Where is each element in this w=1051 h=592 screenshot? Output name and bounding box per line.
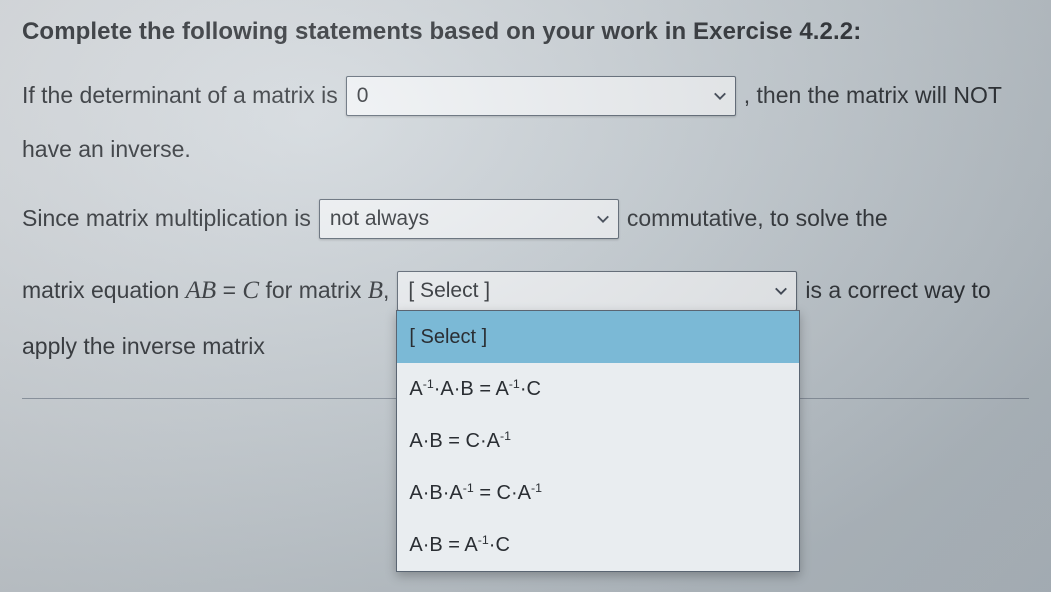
text-fragment: If the determinant of a matrix is bbox=[22, 74, 338, 118]
text-fragment: is a correct way to bbox=[805, 269, 990, 313]
equation-var: B bbox=[368, 277, 383, 304]
text-fragment: commutative, to solve the bbox=[627, 197, 888, 241]
dropdown-option[interactable]: A·B·A-1 = C·A-1 bbox=[397, 467, 799, 519]
inverse-method-dropdown: [ Select ] A-1·A·B = A-1·C A·B = C·A-1 A… bbox=[396, 310, 800, 572]
text-fragment: matrix equation bbox=[22, 277, 186, 303]
equation-eq: = bbox=[216, 277, 242, 303]
determinant-select[interactable]: 0 bbox=[346, 76, 736, 116]
dropdown-option[interactable]: [ Select ] bbox=[397, 311, 799, 363]
dropdown-option[interactable]: A·B = C·A-1 bbox=[397, 415, 799, 467]
statement-line-3: Since matrix multiplication is not alway… bbox=[22, 197, 1029, 241]
text-fragment: matrix equation AB = C for matrix B, bbox=[22, 267, 389, 315]
instruction-heading: Complete the following statements based … bbox=[22, 18, 1029, 46]
equation-var: AB bbox=[186, 277, 217, 304]
text-fragment: for matrix bbox=[259, 277, 368, 303]
inverse-method-select[interactable]: [ Select ] [ Select ] A-1·A·B = A-1·C A·… bbox=[397, 271, 797, 311]
text-fragment: Since matrix multiplication is bbox=[22, 197, 311, 241]
statement-line-2: have an inverse. bbox=[22, 128, 1029, 172]
select-value: not always bbox=[330, 199, 586, 239]
select-value: 0 bbox=[357, 76, 703, 116]
statement-line-4: matrix equation AB = C for matrix B, [ S… bbox=[22, 267, 1029, 315]
text-fragment: , bbox=[383, 277, 389, 303]
dropdown-option[interactable]: A-1·A·B = A-1·C bbox=[397, 363, 799, 415]
chevron-down-icon bbox=[774, 284, 788, 298]
select-value: [ Select ] bbox=[408, 271, 764, 311]
statement-line-1: If the determinant of a matrix is 0 , th… bbox=[22, 74, 1029, 118]
equation-var: C bbox=[242, 277, 259, 304]
text-fragment: , then the matrix will NOT bbox=[744, 74, 1002, 118]
dropdown-option[interactable]: A·B = A-1·C bbox=[397, 519, 799, 571]
text-fragment: apply the inverse matrix bbox=[22, 325, 265, 369]
chevron-down-icon bbox=[596, 212, 610, 226]
text-fragment: have an inverse. bbox=[22, 128, 191, 172]
commutative-select[interactable]: not always bbox=[319, 199, 619, 239]
chevron-down-icon bbox=[713, 89, 727, 103]
